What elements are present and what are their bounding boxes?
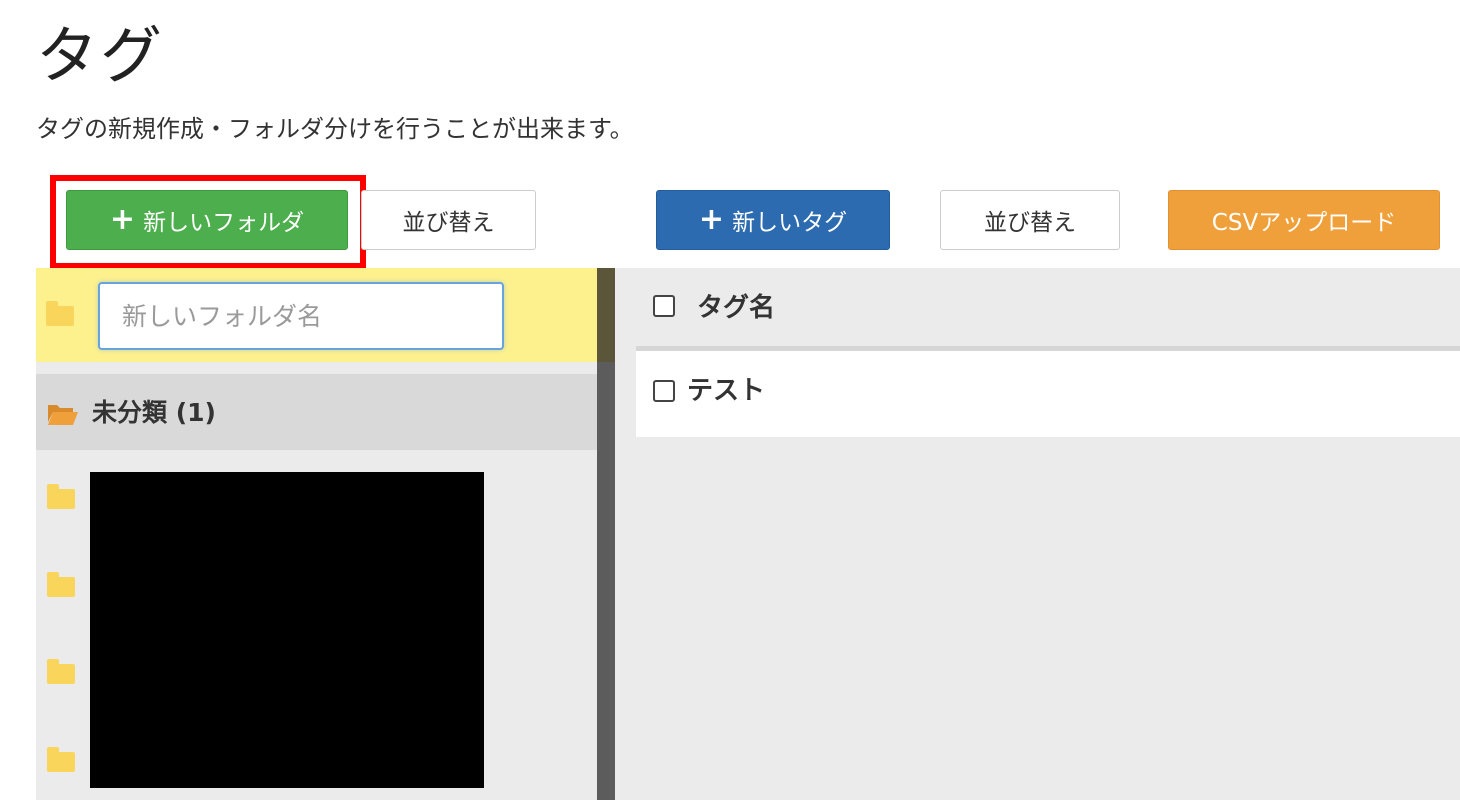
panel-splitter[interactable] — [597, 268, 615, 800]
folder-icon — [47, 747, 75, 772]
tag-row-checkbox[interactable] — [653, 380, 675, 402]
plus-icon: + — [698, 202, 725, 237]
panel-splitter-top — [597, 268, 615, 362]
csv-upload-button[interactable]: CSVアップロード — [1168, 190, 1440, 250]
new-tag-button[interactable]: + 新しいタグ — [656, 190, 890, 250]
tag-list-header: タグ名 — [636, 268, 1460, 351]
folder-icon — [46, 301, 74, 326]
page-title: タグ — [36, 19, 165, 92]
csv-upload-button-label: CSVアップロード — [1211, 210, 1397, 236]
sort-tags-button[interactable]: 並び替え — [940, 190, 1120, 250]
tag-row[interactable]: テスト — [636, 351, 1460, 437]
new-folder-row — [36, 268, 597, 362]
folder-icon — [47, 659, 75, 684]
new-folder-name-input[interactable] — [98, 282, 504, 350]
folder-panel: 未分類 (1) — [36, 268, 597, 800]
redacted-folder-names — [90, 472, 484, 788]
folder-icon — [47, 484, 75, 509]
new-tag-button-label: 新しいタグ — [732, 210, 848, 236]
tag-name: テスト — [687, 376, 766, 406]
select-all-checkbox[interactable] — [653, 295, 675, 317]
page-description: タグの新規作成・フォルダ分けを行うことが出来ます。 — [36, 115, 634, 143]
highlight-annotation-box — [50, 175, 366, 269]
folder-item-unclassified[interactable]: 未分類 (1) — [36, 374, 597, 450]
sort-tags-button-label: 並び替え — [984, 210, 1076, 236]
folder-icon — [47, 572, 75, 597]
sort-folders-button[interactable]: 並び替え — [361, 190, 536, 250]
folder-open-icon — [48, 405, 78, 425]
folder-item-label: 未分類 (1) — [92, 398, 216, 427]
sort-folders-button-label: 並び替え — [402, 210, 495, 236]
tag-panel: タグ名 テスト — [615, 268, 1460, 800]
tag-name-column-header: タグ名 — [697, 293, 776, 323]
